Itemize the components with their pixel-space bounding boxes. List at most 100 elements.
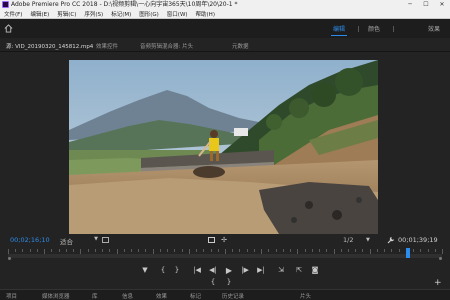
menu-sequence[interactable]: 序列(S)	[80, 10, 107, 18]
ruler-tick	[174, 249, 176, 252]
ruler-tick	[203, 249, 205, 252]
tab-project[interactable]: 项目	[6, 292, 17, 300]
ruler-tick	[159, 249, 161, 252]
ruler-tick	[138, 249, 140, 252]
panel-tab-row: 源: VID_20190320_145812.mp4 效果控件 音频剪辑混合器:…	[0, 38, 450, 54]
ruler-tick	[376, 249, 378, 252]
workspace-tab-effects[interactable]: 效果	[428, 24, 440, 33]
step-forward-button[interactable]: |▶	[240, 265, 250, 275]
overwrite-button[interactable]: ⇱	[294, 265, 304, 275]
ruler-tick	[442, 249, 443, 254]
ruler-tick	[268, 249, 270, 252]
ruler-tick	[340, 249, 342, 252]
ruler-tick	[384, 249, 386, 252]
tab-history[interactable]: 历史记录	[222, 292, 244, 300]
mark-in-button[interactable]: {	[158, 265, 168, 275]
tab-timeline-title[interactable]: 片头	[300, 292, 311, 300]
ruler-tick	[304, 249, 306, 252]
ruler-tick	[167, 249, 169, 252]
ruler-tick	[391, 249, 393, 252]
export-frame-button[interactable]: ◙	[310, 265, 320, 275]
zoom-handle-right[interactable]	[439, 257, 442, 260]
tab-metadata[interactable]: 元数据	[232, 42, 249, 50]
timecode-duration: 00;01;39;19	[398, 236, 438, 244]
ruler-tick	[102, 249, 104, 252]
workspace-tab-editing[interactable]: 编辑	[330, 24, 348, 36]
workspace-tab-color[interactable]: 颜色	[368, 24, 380, 33]
ruler-tick	[420, 249, 422, 252]
menu-clip[interactable]: 剪辑(C)	[53, 10, 80, 18]
wrench-icon[interactable]	[387, 236, 395, 244]
insert-button[interactable]: ⇲	[276, 265, 286, 275]
ruler-tick	[355, 249, 357, 252]
play-button[interactable]: ▶	[224, 265, 234, 275]
tab-audio-clip-mixer[interactable]: 音频剪辑混合器: 片头	[140, 42, 193, 50]
ruler-tick	[22, 249, 24, 252]
ruler-tick	[210, 249, 212, 252]
fit-dropdown[interactable]: 适合 ▼	[60, 236, 98, 246]
ruler-tick	[413, 249, 415, 252]
ruler-tick	[311, 249, 313, 252]
ruler-tick	[65, 249, 67, 252]
ruler-tick	[94, 249, 96, 252]
button-editor-add-icon[interactable]: +	[434, 278, 442, 288]
fit-dropdown-label: 适合	[60, 238, 73, 246]
playhead[interactable]	[405, 248, 410, 258]
close-button[interactable]: ✕	[434, 0, 450, 9]
tab-effect-controls[interactable]: 效果控件	[96, 42, 118, 50]
drag-video-icon[interactable]	[208, 237, 215, 243]
minimize-button[interactable]: ─	[402, 0, 418, 9]
tab-source-monitor[interactable]: 源: VID_20190320_145812.mp4	[4, 42, 95, 54]
ruler-tick	[246, 249, 248, 252]
tab-markers[interactable]: 标记	[190, 292, 201, 300]
menu-marker[interactable]: 标记(M)	[107, 10, 135, 18]
ruler-tick	[434, 249, 436, 252]
maximize-button[interactable]: ☐	[418, 0, 434, 9]
tab-effects[interactable]: 效果	[156, 292, 167, 300]
workspace-separator	[358, 26, 359, 32]
step-back-button[interactable]: ◀|	[208, 265, 218, 275]
tab-info[interactable]: 信息	[122, 292, 133, 300]
chevron-down-icon: ▼	[366, 237, 370, 243]
monitor-status-row: 00;02;16;10 适合 ▼ ✢ 1/2 ▼ 00;01;39;19	[0, 234, 450, 246]
workspace-separator	[393, 26, 394, 32]
ruler-tick	[181, 249, 183, 252]
chevron-down-icon: ▼	[94, 236, 98, 242]
ruler-tick	[130, 249, 132, 252]
add-marker-button[interactable]: ▼	[140, 265, 150, 275]
bottom-panel-tabs: 项目 媒体浏览器 库 信息 效果 标记 历史记录 片头	[0, 289, 450, 300]
ruler-tick	[427, 249, 429, 252]
ruler-tick	[29, 249, 31, 252]
zoom-scroll-bar[interactable]	[8, 254, 442, 258]
window-title: Adobe Premiere Pro CC 2018 - D:\视频剪辑\一心向…	[11, 1, 238, 8]
video-frame[interactable]	[69, 60, 378, 234]
source-monitor	[0, 52, 450, 234]
sub-in-button[interactable]: {	[208, 277, 218, 287]
zoom-handle-left[interactable]	[8, 257, 11, 260]
tab-media-browser[interactable]: 媒体浏览器	[42, 292, 70, 300]
drag-audio-icon[interactable]: ✢	[219, 235, 229, 245]
home-icon[interactable]	[4, 24, 13, 33]
tab-libraries[interactable]: 库	[92, 292, 98, 300]
time-ruler[interactable]	[0, 247, 450, 261]
mark-out-button[interactable]: }	[172, 265, 182, 275]
sub-out-button[interactable]: }	[224, 277, 234, 287]
ruler-tick	[347, 249, 349, 252]
clip-icon[interactable]	[102, 237, 109, 243]
transport-controls: ▼ { } |◀ ◀| ▶ |▶ ▶| ⇲ ⇱ ◙ { } +	[0, 262, 450, 289]
menu-window[interactable]: 窗口(W)	[163, 10, 192, 18]
menu-edit[interactable]: 编辑(E)	[26, 10, 53, 18]
menu-graphics[interactable]: 图形(G)	[135, 10, 163, 18]
go-to-out-button[interactable]: ▶|	[256, 265, 266, 275]
menu-help[interactable]: 帮助(H)	[192, 10, 219, 18]
ruler-tick	[36, 249, 38, 252]
ruler-tick	[73, 249, 75, 252]
ruler-tick	[145, 249, 147, 252]
menu-file[interactable]: 文件(F)	[0, 10, 26, 18]
ruler-tick	[398, 249, 400, 252]
playback-resolution-dropdown[interactable]: 1/2	[343, 236, 353, 244]
ruler-tick	[15, 249, 17, 252]
timecode-current[interactable]: 00;02;16;10	[10, 236, 50, 244]
menu-bar: 文件(F) 编辑(E) 剪辑(C) 序列(S) 标记(M) 图形(G) 窗口(W…	[0, 9, 450, 19]
go-to-in-button[interactable]: |◀	[192, 265, 202, 275]
